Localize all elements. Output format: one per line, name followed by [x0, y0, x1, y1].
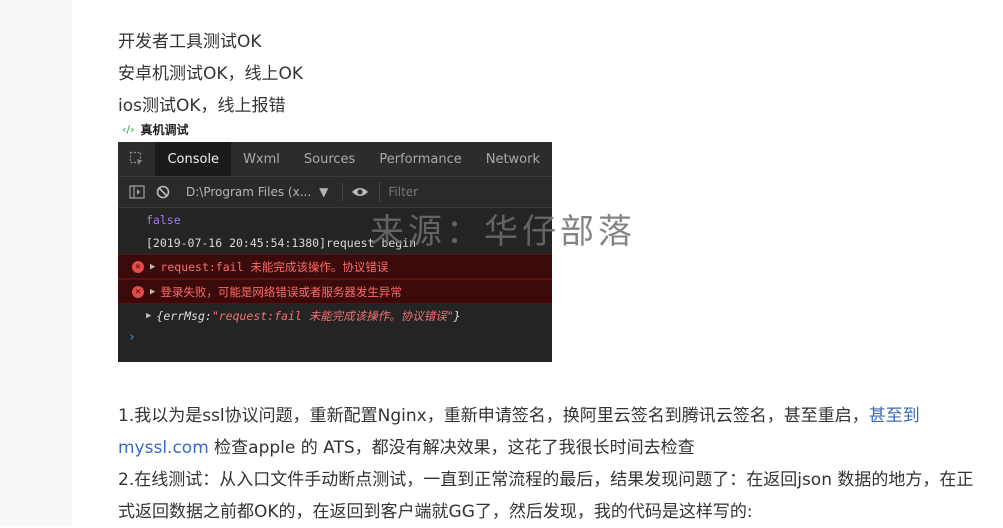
context-label: D:\Program Files (x... — [186, 185, 312, 199]
code-icon: ‹/› — [122, 123, 135, 136]
sidebar-toggle-icon[interactable] — [124, 185, 150, 199]
log-row-object[interactable]: ▶ {errMsg: "request:fail 未能完成该操作。协议错误" } — [118, 304, 552, 327]
tab-performance[interactable]: Performance — [367, 142, 473, 176]
intro-line-2: 安卓机测试OK，线上OK — [118, 64, 304, 84]
filter-input[interactable]: Filter — [379, 181, 552, 203]
intro: 开发者工具测试OK 安卓机测试OK，线上OK ios测试OK，线上报错 — [118, 26, 978, 122]
clear-console-icon[interactable] — [150, 185, 176, 199]
error-text-1: request:fail 未能完成该操作。协议错误 — [160, 259, 389, 274]
image-caption: ‹/› 真机调试 — [122, 121, 189, 138]
para1-text-a: 1.我以为是ssl协议问题，重新配置Nginx，重新申请签名，换阿里云签名到腾讯… — [118, 406, 869, 426]
expand-triangle-icon: ▶ — [150, 286, 156, 297]
obj-value: "request:fail 未能完成该操作。协议错误" — [211, 308, 454, 323]
article-body: 1.我以为是ssl协议问题，重新配置Nginx，重新申请签名，换阿里云签名到腾讯… — [118, 400, 978, 528]
intro-line-3: ios测试OK，线上报错 — [118, 96, 286, 116]
paragraph-1: 1.我以为是ssl协议问题，重新配置Nginx，重新申请签名，换阿里云签名到腾讯… — [118, 400, 978, 464]
tab-sources[interactable]: Sources — [292, 142, 367, 176]
log-row-error-2[interactable]: ✕ ▶ 登录失败，可能是网络错误或者服务器发生异常 — [118, 279, 552, 304]
expand-triangle-icon: ▶ — [146, 310, 152, 321]
intro-line-1: 开发者工具测试OK — [118, 32, 262, 52]
watermark: 来源：华仔部落 — [370, 212, 636, 252]
error-icon: ✕ — [132, 285, 144, 298]
tab-network[interactable]: Network — [474, 142, 552, 176]
context-selector[interactable]: D:\Program Files (x... ▼ — [176, 185, 338, 199]
tab-console[interactable]: Console — [155, 142, 232, 176]
obj-key: {errMsg: — [156, 308, 212, 323]
left-sidebar — [0, 0, 72, 526]
error-icon: ✕ — [132, 260, 144, 273]
dropdown-arrow-icon: ▼ — [319, 185, 329, 199]
devtools-tabbar: Console Wxml Sources Performance Network — [118, 142, 552, 177]
obj-end: } — [453, 308, 461, 323]
inspect-icon[interactable] — [118, 142, 155, 176]
tab-wxml[interactable]: Wxml — [231, 142, 292, 176]
caption-text: 真机调试 — [140, 123, 189, 137]
log-row-error-1[interactable]: ✕ ▶ request:fail 未能完成该操作。协议错误 — [118, 254, 552, 279]
console-prompt-icon[interactable]: › — [118, 327, 552, 347]
toolbar-divider — [342, 183, 344, 201]
expand-triangle-icon: ▶ — [150, 261, 156, 272]
eye-icon[interactable] — [347, 186, 373, 198]
paragraph-2: 2.在线测试：从入口文件手动断点测试，一直到正常流程的最后，结果发现问题了：在返… — [118, 470, 974, 522]
error-text-2: 登录失败，可能是网络错误或者服务器发生异常 — [160, 284, 402, 299]
para1-text-b: 检查apple 的 ATS，都没有解决效果，这花了我很长时间去检查 — [208, 438, 695, 458]
